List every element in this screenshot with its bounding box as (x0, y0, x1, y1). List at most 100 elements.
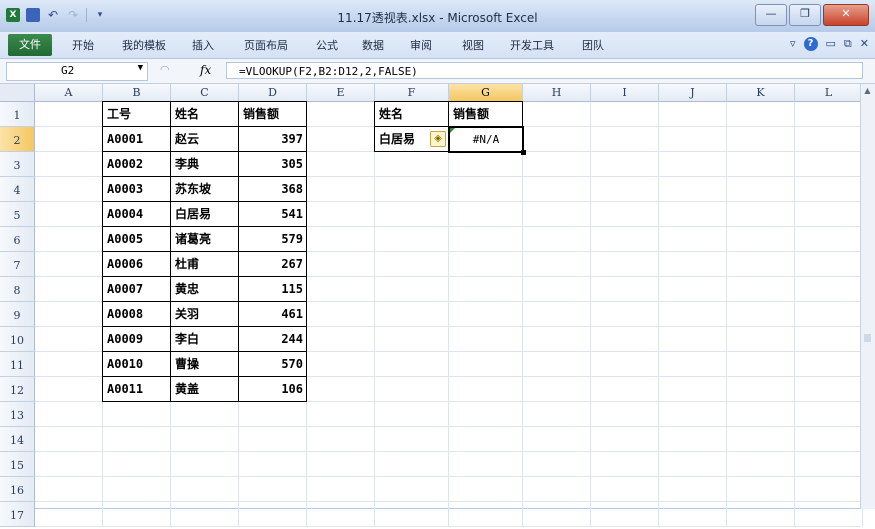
workbook-restore-icon[interactable]: ⧉ (844, 37, 852, 51)
column-header-k[interactable]: K (727, 84, 795, 102)
select-all-corner[interactable] (0, 84, 35, 102)
insert-function-icon[interactable]: fx (200, 63, 211, 77)
gridline (35, 526, 860, 527)
tab-data[interactable]: 数据 (362, 37, 384, 53)
lookup-header-name[interactable]: 姓名 (375, 102, 449, 127)
employee-id-cell[interactable]: A0007 (103, 277, 171, 302)
sales-cell[interactable]: 368 (239, 177, 307, 202)
workbook-close-icon[interactable]: ✕ (860, 37, 869, 51)
row-header-7[interactable]: 7 (0, 252, 35, 277)
column-header-b[interactable]: B (103, 84, 171, 102)
row-header-10[interactable]: 10 (0, 327, 35, 352)
workbook-minimize-icon[interactable]: ▭ (826, 37, 836, 51)
sales-cell[interactable]: 106 (239, 377, 307, 402)
sales-cell[interactable]: 461 (239, 302, 307, 327)
row-header-17[interactable]: 17 (0, 502, 35, 527)
header-employee-id[interactable]: 工号 (103, 102, 171, 127)
chevron-down-icon[interactable]: ▼ (138, 63, 143, 73)
sales-cell[interactable]: 570 (239, 352, 307, 377)
tab-file[interactable]: 文件 (8, 34, 52, 56)
column-header-a[interactable]: A (35, 84, 103, 102)
employee-id-cell[interactable]: A0003 (103, 177, 171, 202)
formula-expand-icon: ◠ (160, 63, 170, 76)
column-header-f[interactable]: F (375, 84, 449, 102)
column-header-e[interactable]: E (307, 84, 375, 102)
name-cell[interactable]: 李典 (171, 152, 239, 177)
error-warning-icon[interactable]: ◈ (430, 131, 446, 147)
row-header-6[interactable]: 6 (0, 227, 35, 252)
tab-home[interactable]: 开始 (72, 37, 94, 53)
column-header-l[interactable]: L (795, 84, 863, 102)
row-header-9[interactable]: 9 (0, 302, 35, 327)
row-header-8[interactable]: 8 (0, 277, 35, 302)
name-cell[interactable]: 杜甫 (171, 252, 239, 277)
column-header-h[interactable]: H (523, 84, 591, 102)
column-header-i[interactable]: I (591, 84, 659, 102)
name-cell[interactable]: 关羽 (171, 302, 239, 327)
employee-id-cell[interactable]: A0009 (103, 327, 171, 352)
column-header-g[interactable]: G (449, 84, 523, 102)
tab-team[interactable]: 团队 (582, 37, 604, 53)
sales-cell[interactable]: 541 (239, 202, 307, 227)
lookup-result-cell[interactable]: #N/A (449, 127, 523, 152)
gridline (658, 102, 659, 527)
close-button[interactable]: ✕ (823, 4, 869, 26)
employee-id-cell[interactable]: A0010 (103, 352, 171, 377)
name-cell[interactable]: 李白 (171, 327, 239, 352)
name-cell[interactable]: 黄盖 (171, 377, 239, 402)
sales-cell[interactable]: 244 (239, 327, 307, 352)
name-box[interactable]: G2 ▼ (6, 62, 148, 81)
vertical-scrollbar[interactable]: ▲ (860, 84, 875, 509)
tab-page-layout[interactable]: 页面布局 (244, 37, 288, 53)
row-header-2[interactable]: 2 (0, 127, 35, 152)
employee-id-cell[interactable]: A0002 (103, 152, 171, 177)
lookup-header-sales[interactable]: 销售额 (449, 102, 523, 127)
row-header-4[interactable]: 4 (0, 177, 35, 202)
row-header-11[interactable]: 11 (0, 352, 35, 377)
name-cell[interactable]: 白居易 (171, 202, 239, 227)
tab-view[interactable]: 视图 (462, 37, 484, 53)
sales-cell[interactable]: 579 (239, 227, 307, 252)
row-header-13[interactable]: 13 (0, 402, 35, 427)
row-header-1[interactable]: 1 (0, 102, 35, 127)
employee-id-cell[interactable]: A0006 (103, 252, 171, 277)
restore-button[interactable]: ❐ (789, 4, 821, 26)
header-sales[interactable]: 销售额 (239, 102, 307, 127)
minimize-ribbon-icon[interactable]: ▿ (790, 37, 796, 51)
sales-cell[interactable]: 305 (239, 152, 307, 177)
sales-cell[interactable]: 115 (239, 277, 307, 302)
column-header-j[interactable]: J (659, 84, 727, 102)
scroll-up-arrow-icon[interactable]: ▲ (863, 86, 872, 96)
tab-review[interactable]: 审阅 (410, 37, 432, 53)
tab-my-templates[interactable]: 我的模板 (122, 37, 166, 53)
tab-insert[interactable]: 插入 (192, 37, 214, 53)
row-header-12[interactable]: 12 (0, 377, 35, 402)
employee-id-cell[interactable]: A0005 (103, 227, 171, 252)
row-header-5[interactable]: 5 (0, 202, 35, 227)
row-header-15[interactable]: 15 (0, 452, 35, 477)
help-icon[interactable]: ? (803, 37, 818, 51)
name-cell[interactable]: 苏东坡 (171, 177, 239, 202)
formula-input[interactable]: =VLOOKUP(F2,B2:D12,2,FALSE) (226, 62, 863, 79)
employee-id-cell[interactable]: A0008 (103, 302, 171, 327)
sales-cell[interactable]: 397 (239, 127, 307, 152)
employee-id-cell[interactable]: A0001 (103, 127, 171, 152)
row-header-14[interactable]: 14 (0, 427, 35, 452)
employee-id-cell[interactable]: A0011 (103, 377, 171, 402)
name-cell[interactable]: 赵云 (171, 127, 239, 152)
fill-handle[interactable] (521, 150, 526, 155)
sales-cell[interactable]: 267 (239, 252, 307, 277)
column-header-d[interactable]: D (239, 84, 307, 102)
minimize-button[interactable]: — (755, 4, 787, 26)
name-cell[interactable]: 曹操 (171, 352, 239, 377)
employee-id-cell[interactable]: A0004 (103, 202, 171, 227)
name-cell[interactable]: 诸葛亮 (171, 227, 239, 252)
name-cell[interactable]: 黄忠 (171, 277, 239, 302)
row-header-16[interactable]: 16 (0, 477, 35, 502)
tab-developer[interactable]: 开发工具 (510, 37, 554, 53)
header-name[interactable]: 姓名 (171, 102, 239, 127)
row-header-3[interactable]: 3 (0, 152, 35, 177)
scroll-grip-icon[interactable] (864, 334, 871, 342)
column-header-c[interactable]: C (171, 84, 239, 102)
tab-formulas[interactable]: 公式 (316, 37, 338, 53)
